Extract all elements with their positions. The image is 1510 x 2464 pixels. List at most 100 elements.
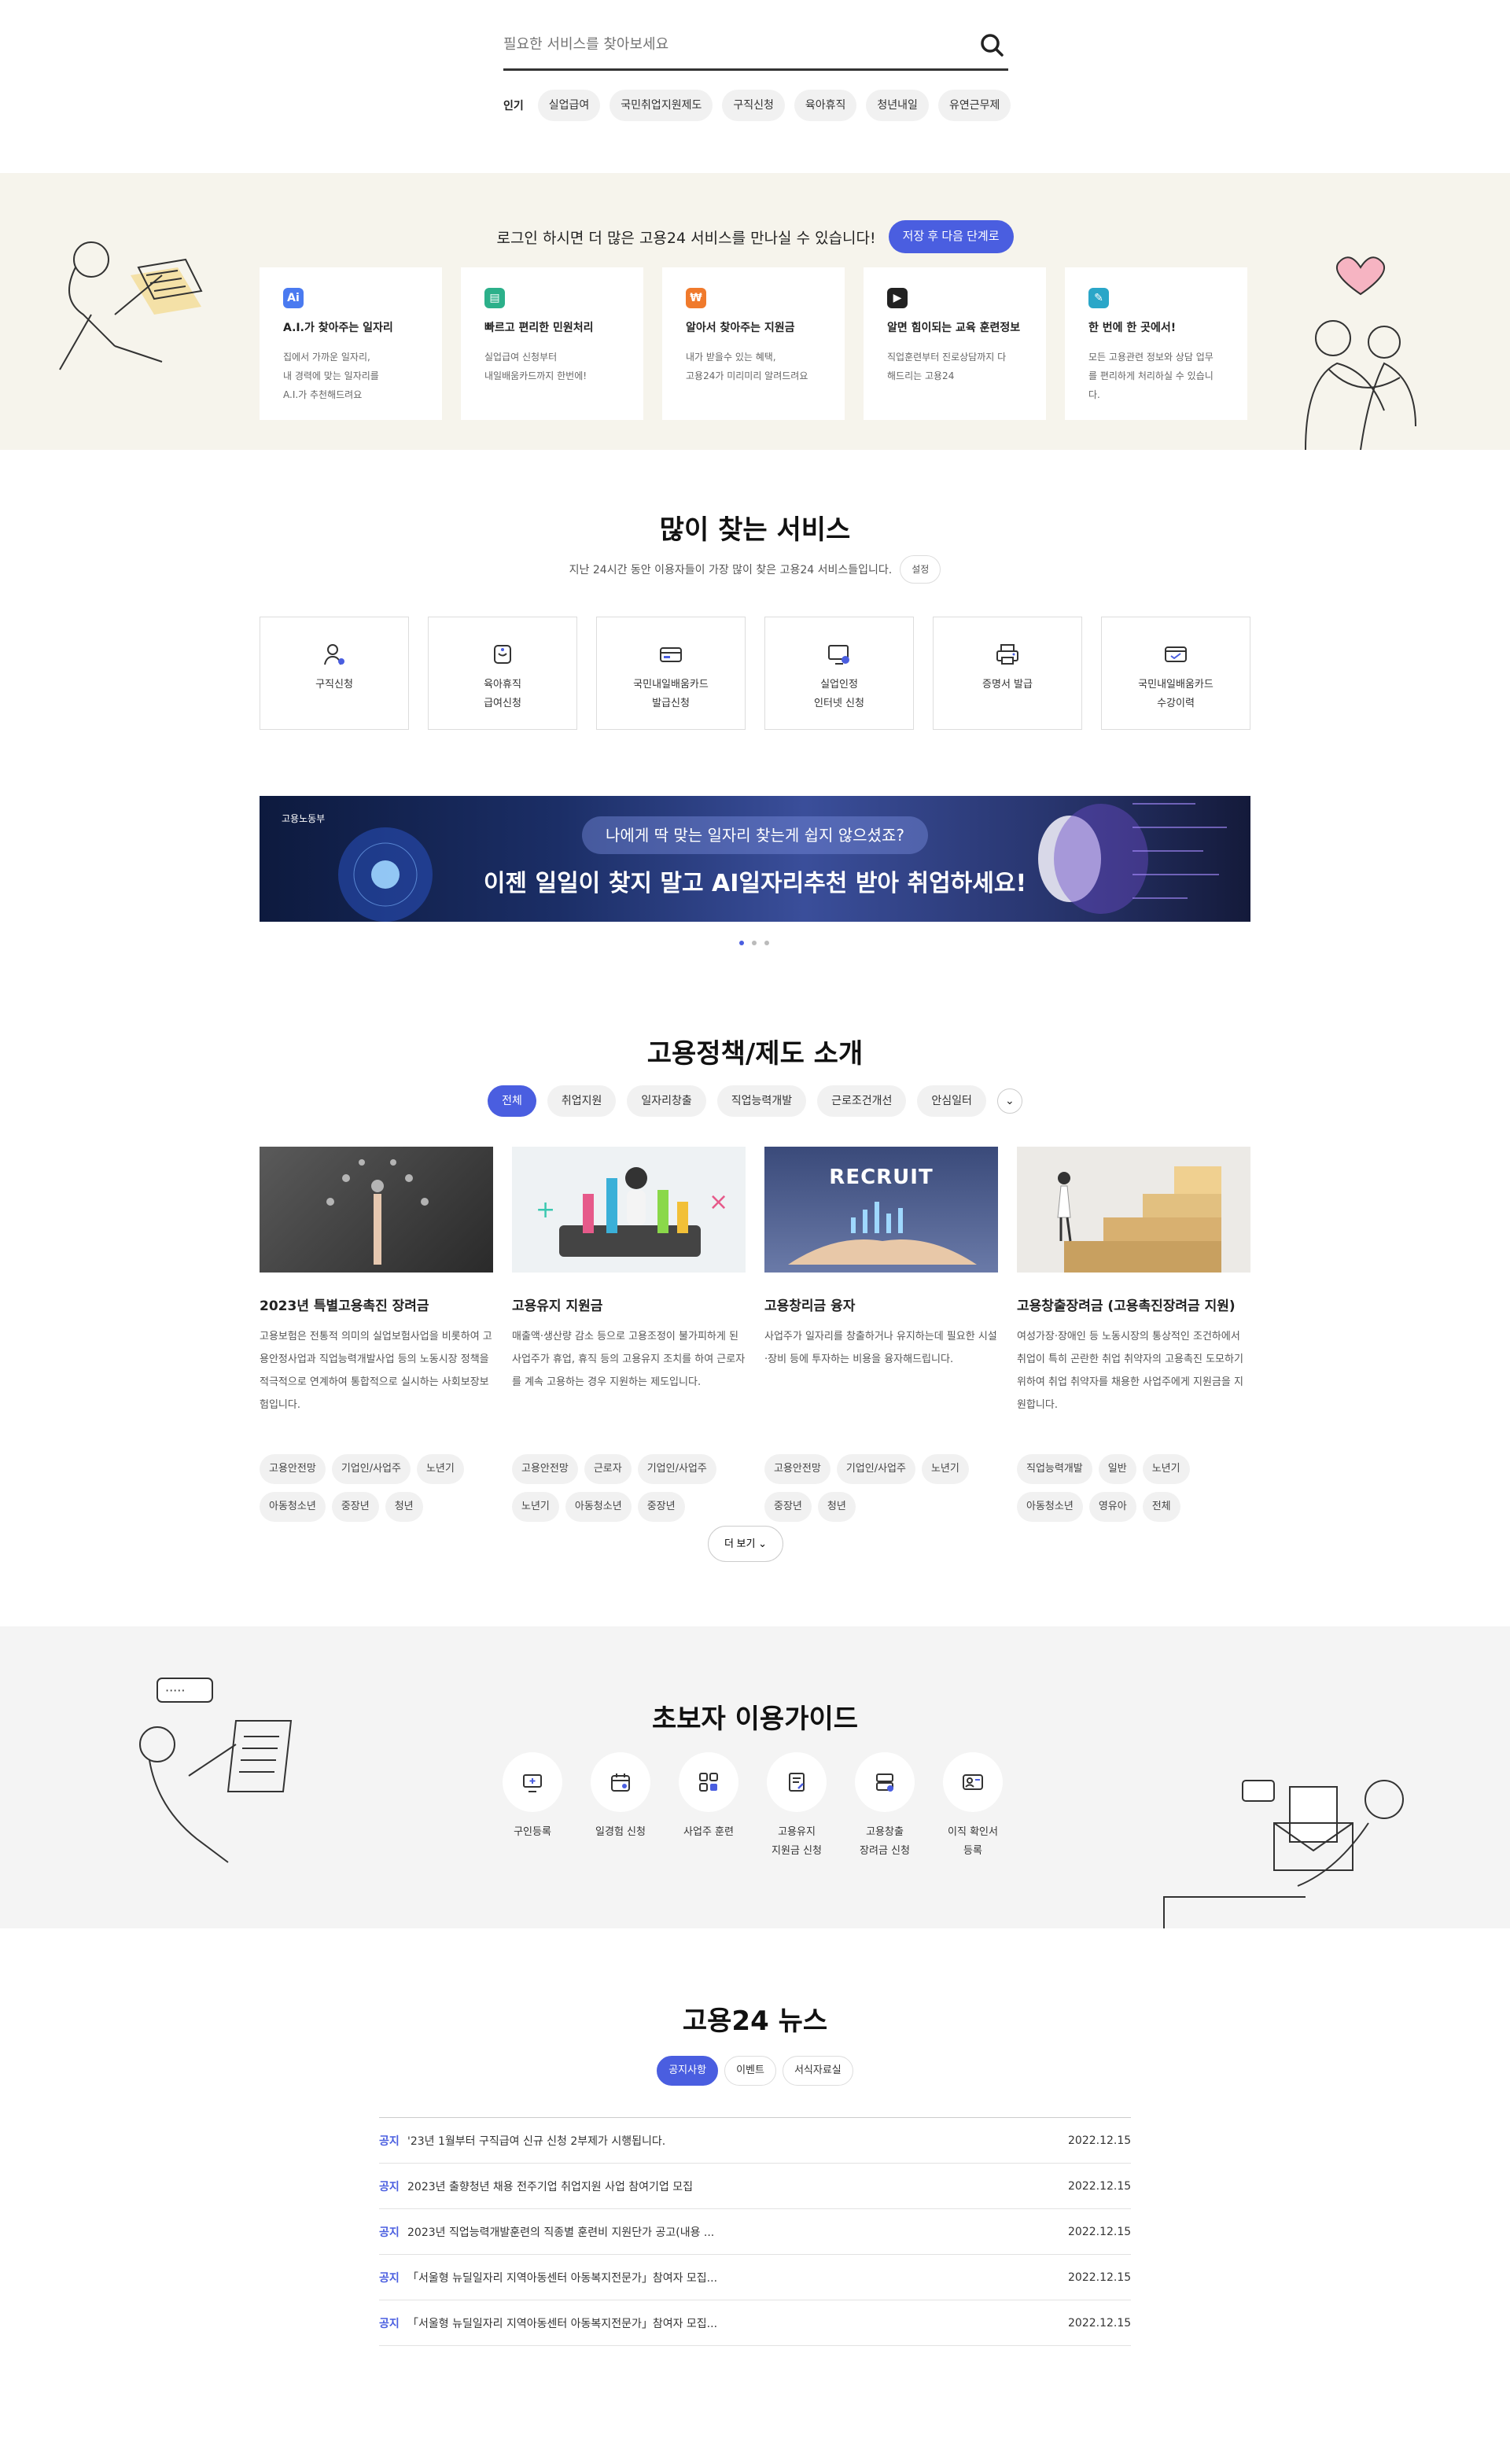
- tab-event[interactable]: 이벤트: [724, 2056, 776, 2086]
- policy-tag[interactable]: 기업인/사업주: [637, 1454, 716, 1484]
- more-button[interactable]: 더 보기 ⌄: [708, 1526, 783, 1562]
- carousel-dot[interactable]: [739, 941, 744, 945]
- policy-tag[interactable]: 아동청소년: [1017, 1492, 1083, 1522]
- service-tile[interactable]: 국민내일배움카드 발급신청: [596, 617, 746, 730]
- tab-notice[interactable]: 공지사항: [657, 2056, 719, 2086]
- tab-forms[interactable]: 서식자료실: [782, 2056, 853, 2086]
- ai-banner[interactable]: 고용노동부 나에게 딱 맞는 일자리 찾는게 쉽지 않으셨죠? 이젠 일일이 찾…: [260, 796, 1250, 922]
- policy-tag[interactable]: 중장년: [331, 1492, 379, 1522]
- keyword-chip[interactable]: 구직신청: [722, 90, 785, 121]
- keyword-chip[interactable]: 실업급여: [537, 90, 601, 121]
- news-title-link[interactable]: '23년 1월부터 구직급여 신규 신청 2부제가 시행됩니다.: [407, 2133, 1068, 2149]
- feature-card-desc: 집에서 가까운 일자리, 내 경력에 맞는 일자리를 A.I.가 추천해드려요: [283, 348, 418, 404]
- guide-item[interactable]: 사업주 훈련: [676, 1752, 741, 1861]
- news-row[interactable]: 공지 2023년 직업능력개발훈련의 직종별 훈련비 지원단가 공고(내용 ...…: [379, 2209, 1131, 2255]
- carousel-dot[interactable]: [764, 941, 769, 945]
- news-list: 공지 '23년 1월부터 구직급여 신규 신청 2부제가 시행됩니다. 2022.1…: [379, 2117, 1131, 2346]
- keyword-chip[interactable]: 유연근무제: [937, 90, 1011, 121]
- policy-tag[interactable]: 중장년: [764, 1492, 812, 1522]
- policy-tags: 고용안전망 근로자 기업인/사업주노년기 아동청소년 중장년: [512, 1454, 746, 1522]
- service-tile[interactable]: 국민내일배움카드 수강이력: [1101, 617, 1250, 730]
- policy-card[interactable]: 고용창출장려금 (고용촉진장려금 지원) 여성가장·장애인 등 노동시장의 통상적…: [1017, 1147, 1250, 1522]
- policy-tag[interactable]: 기업인/사업주: [836, 1454, 915, 1484]
- settings-button[interactable]: 설정: [900, 555, 941, 584]
- svg-text:×: ×: [709, 1188, 728, 1216]
- policy-tag[interactable]: 노년기: [416, 1454, 464, 1484]
- feature-card[interactable]: Ai A.I.가 찾아주는 일자리 집에서 가까운 일자리, 내 경력에 맞는 일자리…: [260, 267, 442, 420]
- news-title-link[interactable]: 2023년 직업능력개발훈련의 직종별 훈련비 지원단가 공고(내용 ...: [407, 2224, 1068, 2240]
- policy-tab[interactable]: 취업지원: [547, 1085, 617, 1117]
- chevron-down-icon[interactable]: ⌄: [996, 1088, 1022, 1114]
- guide-item[interactable]: 고용창출 장려금 신청: [853, 1752, 917, 1861]
- news-category: 공지: [379, 2317, 400, 2330]
- svg-text:+: +: [536, 1196, 555, 1224]
- feature-card[interactable]: ▶ 알면 힘이되는 교육 훈련정보 직업훈련부터 진로상담까지 다 해드리는 고용24: [864, 267, 1046, 420]
- policy-tag[interactable]: 일반: [1098, 1454, 1136, 1484]
- policy-tag[interactable]: 노년기: [921, 1454, 969, 1484]
- feature-card-desc: 내가 받을수 있는 혜택, 고용24가 미리미리 알려드려요: [686, 348, 821, 385]
- policy-tag[interactable]: 청년: [385, 1492, 423, 1522]
- service-tile[interactable]: 육아휴직 급여신청: [428, 617, 577, 730]
- keyword-chip[interactable]: 청년내일: [866, 90, 929, 121]
- feature-card-line: 내가 받을수 있는 혜택,: [686, 352, 776, 363]
- policy-tab[interactable]: 일자리창출: [627, 1085, 706, 1117]
- policy-tab[interactable]: 안심일터: [917, 1085, 986, 1117]
- feature-cards: Ai A.I.가 찾아주는 일자리 집에서 가까운 일자리, 내 경력에 맞는 일자리…: [260, 267, 1247, 420]
- guide-item[interactable]: 고용유지 지원금 신청: [764, 1752, 829, 1861]
- search-input[interactable]: [503, 20, 944, 68]
- news-title-link[interactable]: 2023년 출향청년 채용 전주기업 취업지원 사업 참여기업 모집: [407, 2179, 1068, 2194]
- policy-tag[interactable]: 중장년: [637, 1492, 685, 1522]
- news-row[interactable]: 공지 「서울형 뉴딜일자리 지역아동센터 아동복지전문가」참여자 모집... 202…: [379, 2300, 1131, 2346]
- guide-item[interactable]: 일경험 신청: [588, 1752, 653, 1861]
- policy-card[interactable]: + × 고용유지 지원금 매출액·생산량 감소 등으로 고용조정이 불가피하게 된 사…: [512, 1147, 746, 1522]
- news-date: 2022.12.15: [1068, 2134, 1132, 2147]
- carousel-dots: [739, 941, 769, 945]
- couple-heart-illustration: [1305, 256, 1416, 450]
- news-row[interactable]: 공지 2023년 출향청년 채용 전주기업 취업지원 사업 참여기업 모집 2022…: [379, 2164, 1131, 2209]
- policy-card[interactable]: 2023년 특별고용촉진 장려금 고용보험은 전통적 의미의 실업보험사업을 비롯…: [260, 1147, 493, 1522]
- news-date: 2022.12.15: [1068, 2179, 1132, 2193]
- policy-card[interactable]: RECRUIT 고용창리금 융자 사업주가 일자리를 창출하거나 유지하는데 필요한…: [764, 1147, 998, 1522]
- policy-tab[interactable]: 근로조건개선: [817, 1085, 907, 1117]
- policy-tag[interactable]: 아동청소년: [565, 1492, 632, 1522]
- login-promo-section: 로그인 하시면 더 많은 고용24 서비스를 만나실 수 있습니다! 저장 후 …: [0, 173, 1510, 450]
- news-title-link[interactable]: 「서울형 뉴딜일자리 지역아동센터 아동복지전문가」참여자 모집...: [407, 2315, 1068, 2331]
- card-check-icon: [1162, 641, 1189, 668]
- service-tile[interactable]: 증명서 발급: [933, 617, 1082, 730]
- policy-tag[interactable]: 노년기: [512, 1492, 559, 1522]
- policy-tag[interactable]: 고용안전망: [512, 1454, 578, 1484]
- feature-card-line: A.I.가 추천해드려요: [283, 389, 363, 400]
- feature-card[interactable]: ₩ 알아서 찾아주는 지원금 내가 받을수 있는 혜택, 고용24가 미리미리 알려드…: [662, 267, 845, 420]
- service-label: 실업인정 인터넷 신청: [814, 679, 864, 709]
- guide-item[interactable]: 구인등록: [500, 1752, 565, 1861]
- policy-tag[interactable]: 아동청소년: [260, 1492, 326, 1522]
- policy-tag[interactable]: 고용안전망: [764, 1454, 830, 1484]
- feature-card-line: 해드리는 고용24: [887, 370, 955, 381]
- news-row[interactable]: 공지 '23년 1월부터 구직급여 신규 신청 2부제가 시행됩니다. 2022.1…: [379, 2118, 1131, 2164]
- policy-tag[interactable]: 근로자: [584, 1454, 632, 1484]
- policy-tag[interactable]: 기업인/사업주: [331, 1454, 411, 1484]
- login-button[interactable]: 저장 후 다음 단계로: [888, 220, 1014, 253]
- policy-tab[interactable]: 전체: [488, 1085, 536, 1117]
- policy-tag[interactable]: 직업능력개발: [1017, 1454, 1092, 1484]
- feature-card[interactable]: ▤ 빠르고 편리한 민원처리 실업급여 신청부터 내일배움카드까지 한번에!: [461, 267, 643, 420]
- search-icon[interactable]: [977, 30, 1008, 61]
- carousel-dot[interactable]: [752, 941, 757, 945]
- policy-tag[interactable]: 고용안전망: [260, 1454, 326, 1484]
- guide-item[interactable]: 이직 확인서 등록: [941, 1752, 1005, 1861]
- policy-tag[interactable]: 노년기: [1142, 1454, 1190, 1484]
- policy-tab[interactable]: 직업능력개발: [716, 1085, 807, 1117]
- news-title-link[interactable]: 「서울형 뉴딜일자리 지역아동센터 아동복지전문가」참여자 모집...: [407, 2270, 1068, 2285]
- pencil-icon: ✎: [1088, 288, 1109, 308]
- search-bar: [503, 20, 1008, 71]
- policy-tag[interactable]: 전체: [1142, 1492, 1180, 1522]
- policy-tag[interactable]: 영유아: [1088, 1492, 1136, 1522]
- news-row[interactable]: 공지 「서울형 뉴딜일자리 지역아동센터 아동복지전문가」참여자 모집... 202…: [379, 2255, 1131, 2300]
- feature-card-title: 알면 힘이되는 교육 훈련정보: [887, 322, 1021, 334]
- service-tile[interactable]: 구직신청: [260, 617, 409, 730]
- keyword-chip[interactable]: 국민취업지원제도: [610, 90, 713, 121]
- keyword-chip[interactable]: 육아휴직: [794, 90, 857, 121]
- service-tile[interactable]: 실업인정 인터넷 신청: [764, 617, 914, 730]
- policy-tag[interactable]: 청년: [817, 1492, 856, 1522]
- feature-card[interactable]: ✎ 한 번에 한 곳에서! 모든 고용관련 정보와 상담 업무 를 편리하게 처리하실…: [1065, 267, 1247, 420]
